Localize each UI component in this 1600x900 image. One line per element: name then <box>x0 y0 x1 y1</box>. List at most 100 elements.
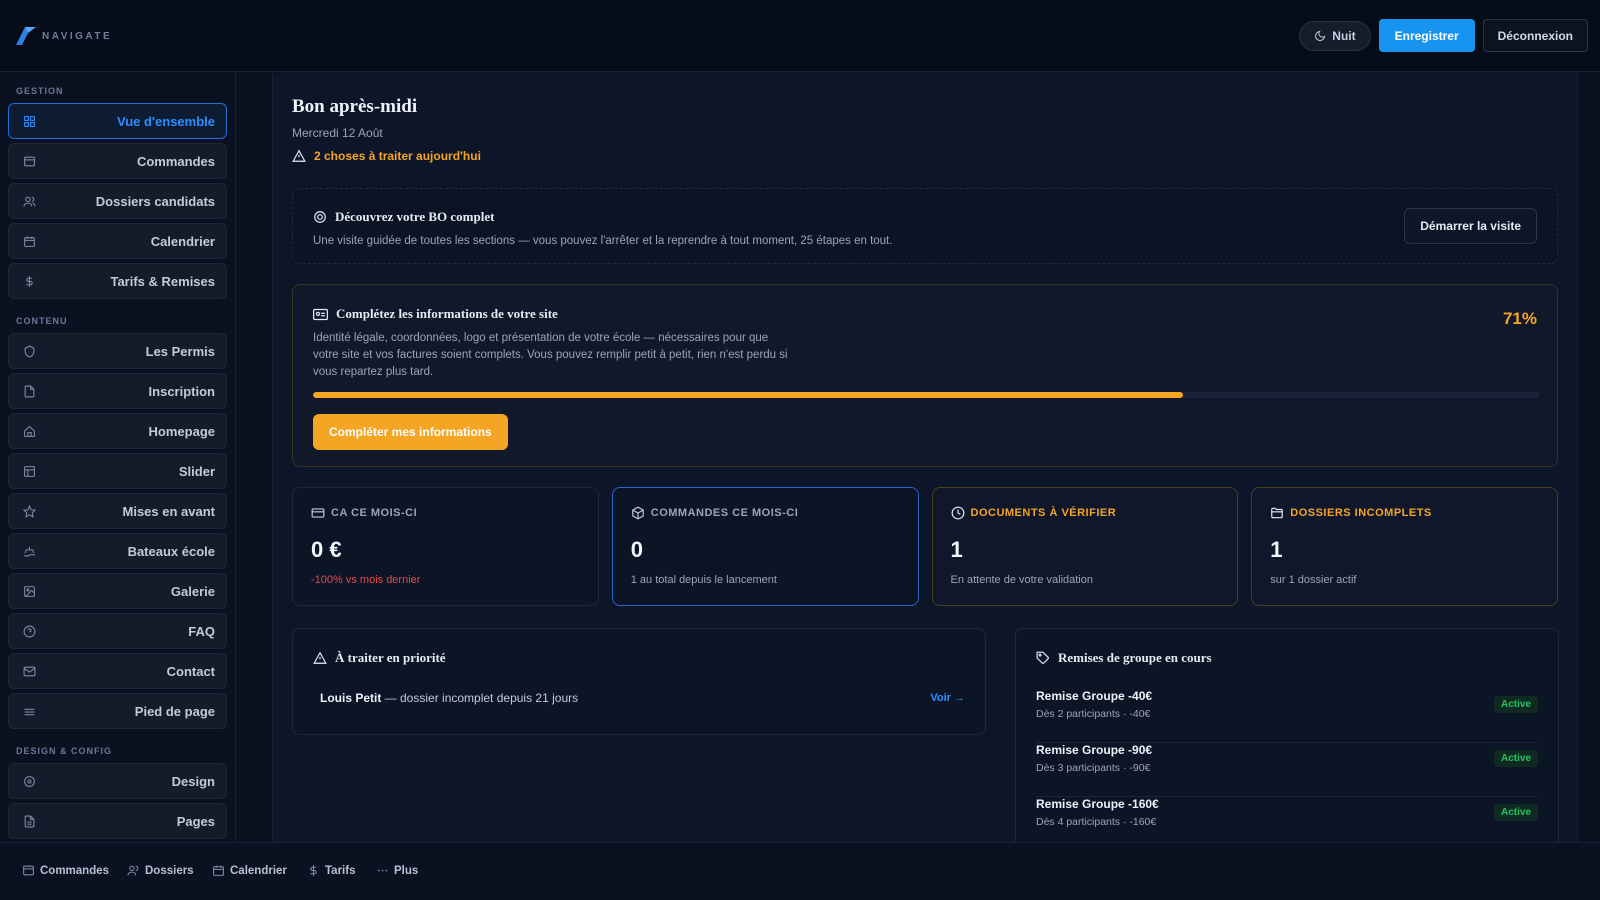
dollar-icon <box>22 274 36 288</box>
bottom-nav-plus[interactable]: Plus <box>376 864 418 877</box>
stat-header: COMMANDES CE MOIS-CI <box>631 506 799 520</box>
more-icon <box>376 864 389 877</box>
sidebar-item-label: Mises en avant <box>122 503 216 519</box>
discounts-title-text: Remises de groupe en cours <box>1058 650 1212 665</box>
alert-triangle-icon <box>313 651 327 664</box>
status-badge: Active <box>1493 696 1538 713</box>
sidebar-item-label: Tarifs & Remises <box>110 273 215 289</box>
sidebar-item-label: Calendrier <box>150 233 215 249</box>
status-badge: Active <box>1493 750 1538 767</box>
sidebar-item-commandes[interactable]: Commandes <box>8 143 227 179</box>
sidebar-item-faq[interactable]: FAQ <box>8 613 227 649</box>
sidebar-item-label: Inscription <box>148 383 215 399</box>
stat-card-revenue[interactable]: CA CE MOIS-CI 0 € -100% vs mois dernier <box>292 487 599 606</box>
save-button[interactable]: Enregistrer <box>1378 19 1475 52</box>
dollar-icon <box>307 864 320 877</box>
file-text-icon <box>22 814 36 828</box>
sidebar-section-contenu: CONTENU <box>16 316 68 326</box>
sidebar-item-slider[interactable]: Slider <box>8 453 227 489</box>
logo-mark-icon <box>16 27 36 45</box>
star-icon <box>22 504 36 518</box>
logo[interactable]: NAVIGATE <box>16 27 112 45</box>
sidebar-item-label: Design <box>171 773 215 789</box>
sidebar-item-pied-de-page[interactable]: Pied de page <box>8 693 227 729</box>
shield-icon <box>22 344 36 358</box>
guided-tour-card: Découvrez votre BO complet Une visite gu… <box>292 188 1558 264</box>
night-mode-toggle[interactable]: Nuit <box>1299 20 1371 51</box>
discount-row[interactable]: Remise Groupe -160€ Dès 4 participants ·… <box>1036 797 1538 842</box>
bottom-nav-commandes[interactable]: Commandes <box>22 864 109 877</box>
priority-item-text: — dossier incomplet depuis 21 jours <box>381 691 579 705</box>
target-icon <box>22 774 36 788</box>
sidebar-item-design[interactable]: Design <box>8 763 227 799</box>
start-tour-button[interactable]: Démarrer la visite <box>1404 208 1537 244</box>
priority-item: Louis Petit — dossier incomplet depuis 2… <box>320 691 578 705</box>
sidebar-item-label: Pages <box>176 813 215 829</box>
completion-progress-fill <box>313 392 1184 398</box>
image-icon <box>22 584 36 598</box>
complete-info-button[interactable]: Compléter mes informations <box>313 414 508 450</box>
priority-view-link[interactable]: Voir → <box>930 692 965 704</box>
bottom-nav-label: Commandes <box>40 864 110 877</box>
status-badge: Active <box>1493 804 1538 821</box>
discount-name: Remise Groupe -160€ <box>1036 797 1159 811</box>
sidebar-item-galerie[interactable]: Galerie <box>8 573 227 609</box>
sidebar-item-pages[interactable]: Pages <box>8 803 227 839</box>
calendar-icon <box>22 234 36 248</box>
tour-title-text: Découvrez votre BO complet <box>335 209 495 224</box>
current-date: Mercredi 12 Août <box>292 126 383 140</box>
discount-row[interactable]: Remise Groupe -90€ Dès 3 participants · … <box>1036 743 1538 797</box>
stat-value: 0 € <box>311 537 342 562</box>
sidebar-item-mises-en-avant[interactable]: Mises en avant <box>8 493 227 529</box>
stat-header: DOCUMENTS À VÉRIFIER <box>951 506 1117 520</box>
bottom-nav-tarifs[interactable]: Tarifs <box>307 864 355 877</box>
folder-icon <box>1270 506 1284 520</box>
sidebar-item-label: FAQ <box>188 623 215 639</box>
priority-title-text: À traiter en priorité <box>335 650 446 665</box>
sidebar-item-label: Bateaux école <box>127 543 215 559</box>
night-mode-label: Nuit <box>1332 28 1356 43</box>
menu-icon <box>22 704 36 718</box>
sidebar-item-les-permis[interactable]: Les Permis <box>8 333 227 369</box>
sidebar-item-label: Galerie <box>170 583 215 599</box>
sidebar-item-label: Dossiers candidats <box>95 193 215 209</box>
sidebar-item-bateaux-ecole[interactable]: Bateaux école <box>8 533 227 569</box>
bottom-nav-dossiers[interactable]: Dossiers <box>127 864 194 877</box>
sidebar-item-homepage[interactable]: Homepage <box>8 413 227 449</box>
stats-row: CA CE MOIS-CI 0 € -100% vs mois dernier … <box>292 487 1558 606</box>
bottom-nav-label: Calendrier <box>230 864 287 877</box>
calendar-icon <box>212 864 225 877</box>
stat-card-orders[interactable]: COMMANDES CE MOIS-CI 0 1 au total depuis… <box>611 487 919 606</box>
priority-title: À traiter en priorité <box>313 650 446 666</box>
stat-value: 1 <box>1270 537 1283 562</box>
stat-value: 1 <box>950 537 963 562</box>
tour-description: Une visite guidée de toutes les sections… <box>313 235 893 247</box>
clock-icon <box>951 506 965 520</box>
bottom-nav-label: Tarifs <box>325 864 356 877</box>
sidebar-item-calendrier[interactable]: Calendrier <box>8 223 227 259</box>
completion-title: Complétez les informations de votre site <box>313 306 558 322</box>
sidebar-item-vue-ensemble[interactable]: Vue d'ensemble <box>8 103 227 139</box>
stat-card-documents[interactable]: DOCUMENTS À VÉRIFIER 1 En attente de vot… <box>931 487 1239 606</box>
stat-card-incomplete[interactable]: DOSSIERS INCOMPLETS 1 sur 1 dossier acti… <box>1251 487 1558 606</box>
stat-title: DOCUMENTS À VÉRIFIER <box>970 507 1117 519</box>
completion-progress-bar <box>313 392 1539 398</box>
completion-percent: 71% <box>1502 309 1537 328</box>
discount-row[interactable]: Remise Groupe -40€ Dès 2 participants · … <box>1036 689 1538 743</box>
sidebar-item-dossiers-candidats[interactable]: Dossiers candidats <box>8 183 227 219</box>
sidebar-item-label: Commandes <box>136 153 215 169</box>
sidebar-item-tarifs-remises[interactable]: Tarifs & Remises <box>8 263 227 299</box>
sidebar-item-contact[interactable]: Contact <box>8 653 227 689</box>
credit-card-icon <box>311 506 325 520</box>
sidebar-section-design-config: DESIGN & CONFIG <box>16 746 113 756</box>
logout-button[interactable]: Déconnexion <box>1482 19 1588 52</box>
main-content: Bon après-midi Mercredi 12 Août 2 choses… <box>272 73 1578 842</box>
bottom-nav-calendrier[interactable]: Calendrier <box>212 864 287 877</box>
users-icon <box>127 864 140 877</box>
sidebar-item-inscription[interactable]: Inscription <box>8 373 227 409</box>
discounts-title: Remises de groupe en cours <box>1036 650 1212 666</box>
moon-icon <box>1315 30 1326 41</box>
file-icon <box>22 384 36 398</box>
todo-alert: 2 choses à traiter aujourd'hui <box>292 149 481 163</box>
grid-icon <box>22 114 36 128</box>
